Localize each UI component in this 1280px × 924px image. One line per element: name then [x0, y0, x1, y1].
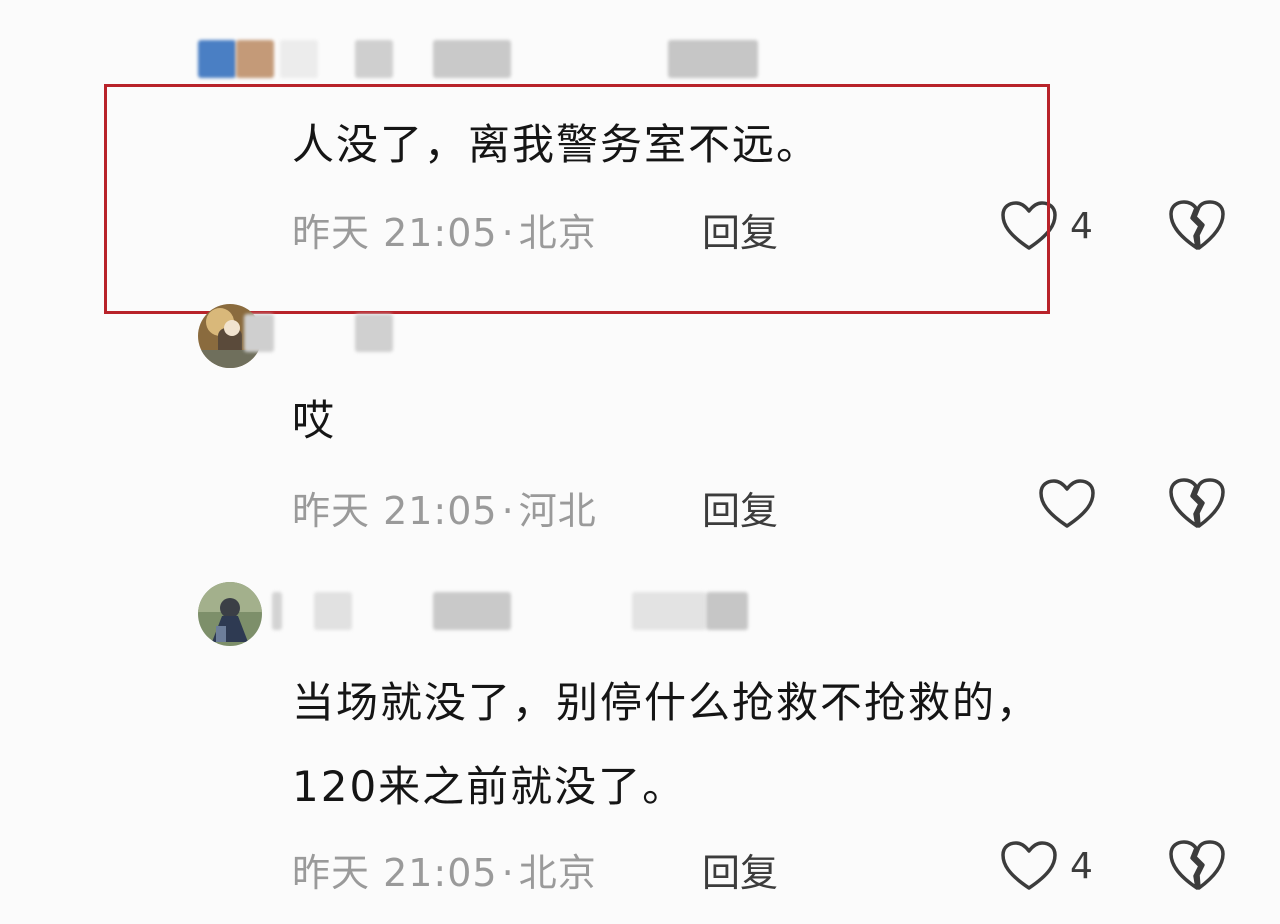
- broken-heart-icon: [1169, 840, 1225, 890]
- reply-button[interactable]: 回复: [702, 842, 778, 897]
- meta-separator: ·: [501, 489, 515, 533]
- broken-heart-icon: [1169, 478, 1225, 528]
- comment-location: 北京: [518, 211, 597, 255]
- username-redacted: [433, 592, 511, 630]
- avatar[interactable]: [198, 582, 262, 646]
- username-redacted: [632, 592, 706, 630]
- broken-heart-icon: [1169, 200, 1225, 250]
- like-button[interactable]: [1000, 840, 1058, 892]
- username-redacted: [668, 40, 758, 78]
- heart-outline-icon: [1039, 479, 1095, 528]
- username-redacted: [272, 592, 282, 630]
- username-redacted: [236, 40, 274, 78]
- heart-outline-icon: [1001, 841, 1057, 890]
- avatar-image: [198, 582, 262, 646]
- comment-text: 人没了，离我警务室不远。: [292, 120, 821, 169]
- like-button[interactable]: [1000, 200, 1058, 252]
- comment-text: 哎: [292, 396, 337, 445]
- dislike-button[interactable]: [1168, 838, 1226, 892]
- comment-item: 哎 昨天 21:05 · 河北 回复: [0, 300, 1280, 560]
- username-redacted: [355, 40, 393, 78]
- like-button[interactable]: [1038, 478, 1096, 530]
- meta-separator: ·: [501, 211, 515, 255]
- username-redacted: [433, 40, 511, 78]
- comment-text-line: 120来之前就没了。: [292, 762, 687, 811]
- comment-item: 当场就没了，别停什么抢救不抢救的， 120来之前就没了。 昨天 21:05 · 北京…: [0, 578, 1280, 924]
- comment-text-line: 当场就没了，别停什么抢救不抢救的，: [292, 678, 1041, 727]
- comment-time: 昨天 21:05: [292, 211, 498, 255]
- comment-meta: 昨天 21:05 · 北京: [292, 842, 597, 897]
- comment-item: 人没了，离我警务室不远。 昨天 21:05 · 北京 回复 4: [0, 0, 1280, 320]
- comment-time: 昨天 21:05: [292, 489, 498, 533]
- like-count: 4: [1070, 846, 1093, 887]
- comment-location: 河北: [518, 489, 597, 533]
- heart-outline-icon: [1001, 201, 1057, 250]
- comment-time: 昨天 21:05: [292, 851, 498, 895]
- reply-button[interactable]: 回复: [702, 480, 778, 535]
- comment-meta: 昨天 21:05 · 北京: [292, 202, 597, 257]
- reply-button[interactable]: 回复: [702, 202, 778, 257]
- username-redacted: [314, 592, 352, 630]
- username-redacted: [280, 40, 318, 78]
- username-redacted: [355, 314, 393, 352]
- dislike-button[interactable]: [1168, 198, 1226, 252]
- username-redacted: [244, 314, 274, 352]
- comment-meta: 昨天 21:05 · 河北: [292, 480, 597, 535]
- meta-separator: ·: [501, 851, 515, 895]
- username-redacted: [198, 40, 236, 78]
- comment-location: 北京: [518, 851, 597, 895]
- dislike-button[interactable]: [1168, 476, 1226, 530]
- username-redacted: [706, 592, 748, 630]
- like-count: 4: [1070, 206, 1093, 247]
